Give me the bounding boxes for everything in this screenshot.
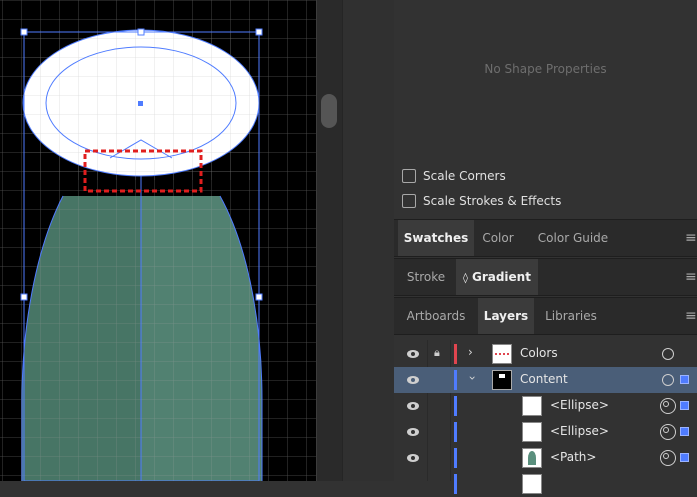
- scale-corners-label: Scale Corners: [423, 169, 506, 183]
- target-icon[interactable]: [660, 424, 676, 440]
- layers-tabbar: Artboards Layers Libraries ≡: [394, 297, 697, 335]
- scale-corners-row[interactable]: Scale Corners: [402, 166, 506, 186]
- panel-dock-gutter: [342, 0, 396, 481]
- hamburger-menu-icon[interactable]: ≡: [685, 298, 697, 334]
- tab-swatches[interactable]: Swatches: [398, 220, 474, 256]
- tab-layers[interactable]: Layers: [478, 298, 534, 334]
- layer-row-ellipse[interactable]: <Ellipse>: [394, 419, 697, 445]
- target-icon[interactable]: [662, 374, 674, 386]
- no-shape-properties-text: No Shape Properties: [484, 62, 607, 76]
- layer-row-ellipse[interactable]: <Ellipse>: [394, 393, 697, 419]
- chevron-right-icon[interactable]: ›: [468, 345, 473, 359]
- tab-gradient[interactable]: ◊ Gradient: [456, 259, 538, 295]
- lock-icon[interactable]: 🔒︎: [434, 346, 440, 360]
- eye-icon[interactable]: [406, 373, 420, 387]
- layer-color-bar: [454, 422, 457, 442]
- target-icon[interactable]: [660, 398, 676, 414]
- selection-indicator[interactable]: [680, 375, 689, 384]
- layer-name: <Ellipse>: [550, 424, 609, 438]
- layer-name: <Path>: [550, 450, 597, 464]
- scrollbar-thumb[interactable]: [321, 94, 337, 128]
- layer-thumbnail: [492, 370, 512, 390]
- scale-strokes-checkbox[interactable]: [402, 194, 416, 208]
- eye-icon[interactable]: [406, 451, 420, 465]
- layer-color-bar: [454, 396, 457, 416]
- tab-color[interactable]: Color: [474, 220, 522, 256]
- scale-strokes-row[interactable]: Scale Strokes & Effects: [402, 191, 561, 211]
- scale-strokes-label: Scale Strokes & Effects: [423, 194, 562, 208]
- selection-indicator[interactable]: [680, 427, 689, 436]
- layer-name: Colors: [520, 346, 558, 360]
- right-panel: No Shape Properties Scale Corners Scale …: [394, 0, 697, 494]
- eye-icon[interactable]: [406, 347, 420, 361]
- tab-color-guide[interactable]: Color Guide: [528, 220, 618, 256]
- layers-list: 🔒︎ › Colors › Content <Ellipse> <Ellipse…: [394, 340, 697, 494]
- layer-color-bar: [454, 448, 457, 468]
- tab-libraries[interactable]: Libraries: [536, 298, 606, 334]
- scale-corners-checkbox[interactable]: [402, 169, 416, 183]
- layer-row-partial[interactable]: [394, 471, 697, 497]
- hamburger-menu-icon[interactable]: ≡: [685, 259, 697, 295]
- artboard-canvas[interactable]: [0, 0, 316, 481]
- tab-stroke[interactable]: Stroke: [398, 259, 454, 295]
- hamburger-menu-icon[interactable]: ≡: [685, 220, 697, 256]
- layer-name: <Ellipse>: [550, 398, 609, 412]
- artwork-svg[interactable]: [0, 0, 316, 481]
- layer-color-bar: [454, 344, 457, 364]
- vertical-scrollbar[interactable]: [316, 0, 343, 481]
- swatches-tabbar: Swatches Color Color Guide ≡: [394, 219, 697, 257]
- layer-color-bar: [454, 370, 457, 390]
- chevron-down-icon[interactable]: ›: [465, 376, 479, 381]
- layer-color-bar: [454, 474, 457, 494]
- selection-indicator[interactable]: [680, 453, 689, 462]
- tab-artboards[interactable]: Artboards: [398, 298, 474, 334]
- layer-thumbnail: [522, 396, 542, 416]
- selection-indicator[interactable]: [680, 401, 689, 410]
- eye-icon[interactable]: [406, 399, 420, 413]
- target-icon[interactable]: [660, 450, 676, 466]
- eye-icon[interactable]: [406, 425, 420, 439]
- layer-thumbnail: [492, 344, 512, 364]
- layer-thumbnail: [522, 474, 542, 494]
- target-icon[interactable]: [662, 348, 674, 360]
- layer-row-content[interactable]: › Content: [394, 367, 697, 393]
- layer-name: Content: [520, 372, 568, 386]
- shape-properties-section: No Shape Properties: [394, 0, 697, 160]
- stroke-gradient-tabbar: Stroke ◊ Gradient ≡: [394, 258, 697, 296]
- layer-row-colors[interactable]: 🔒︎ › Colors: [394, 341, 697, 367]
- layer-thumbnail: [522, 448, 542, 468]
- tab-arrows-icon: ◊: [463, 273, 468, 284]
- tab-gradient-label: Gradient: [471, 270, 531, 284]
- layer-row-path[interactable]: <Path>: [394, 445, 697, 471]
- layer-thumbnail: [522, 422, 542, 442]
